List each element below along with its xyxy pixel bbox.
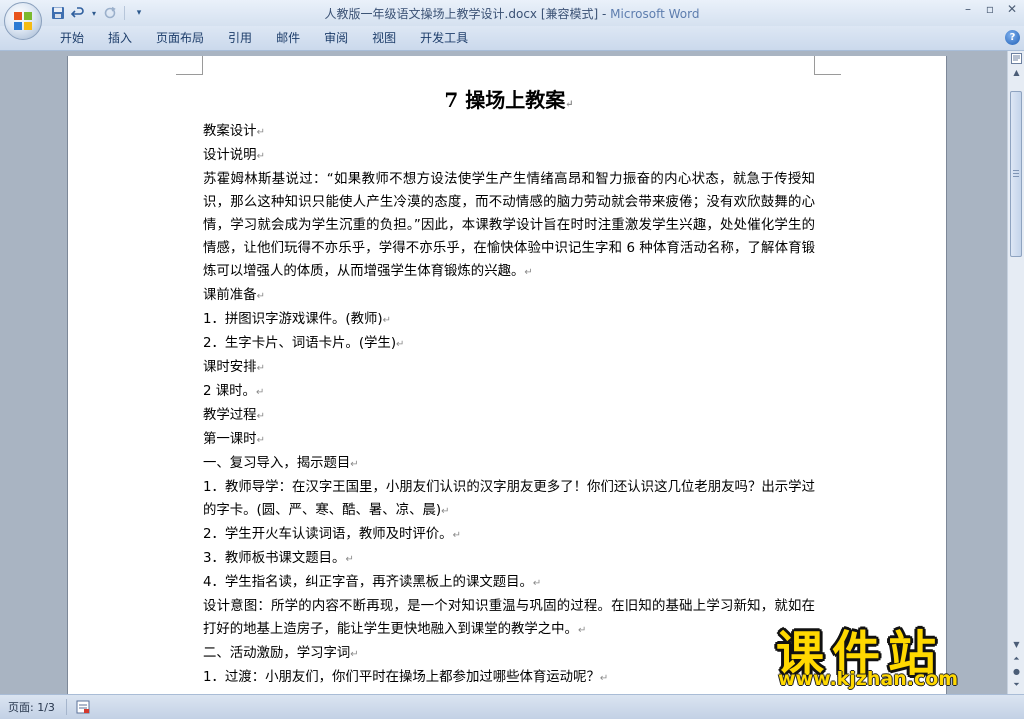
tab-insert[interactable]: 插入 <box>96 26 144 50</box>
paragraph-mark: ↵ <box>256 435 265 446</box>
paragraph-mark: ↵ <box>350 459 359 470</box>
app-name: Microsoft Word <box>610 7 700 21</box>
proofing-icon[interactable] <box>76 699 90 714</box>
watermark: 课件站 www.kjzhan.com <box>770 618 1010 690</box>
paragraph-text: 教案设计 <box>203 124 257 139</box>
scrollbar-thumb[interactable] <box>1010 91 1022 257</box>
paragraph-mark: ↵ <box>350 649 359 660</box>
document-paragraph: 4．学生指名读，纠正字音，再齐读黑板上的课文题目。↵ <box>203 571 815 595</box>
heading-text: 7 操场上教案 <box>444 88 566 112</box>
scroll-up-icon[interactable]: ▲ <box>1009 65 1024 80</box>
tab-mailings[interactable]: 邮件 <box>264 26 312 50</box>
crop-mark-top-right <box>814 56 841 75</box>
document-paragraph: 1．教师导学：在汉字王国里，小朋友们认识的汉字朋友更多了！你们还认识这几位老朋友… <box>203 476 815 523</box>
paragraph-text: 苏霍姆林斯基说过：“如果教师不想方设法使学生产生情绪高昂和智力振奋的内心状态，就… <box>203 172 815 279</box>
paragraph-text: 课时安排 <box>203 360 257 375</box>
status-separator <box>66 699 67 715</box>
document-heading: 7 操场上教案↵ <box>203 88 815 117</box>
document-paragraph: 设计意图：所学的内容不断再现，是一个对知识重温与巩固的过程。在旧知的基础上学习新… <box>203 595 815 642</box>
document-paragraph: 一、复习导入，揭示题目↵ <box>203 452 815 476</box>
watermark-url: www.kjzhan.com <box>778 668 959 690</box>
minimize-icon[interactable]: – <box>960 2 976 16</box>
help-icon[interactable]: ? <box>1005 30 1020 45</box>
ribbon-tabs: 开始 插入 页面布局 引用 邮件 审阅 视图 开发工具 <box>48 26 480 50</box>
crop-mark-top-left <box>176 56 203 75</box>
close-icon[interactable]: ✕ <box>1004 2 1020 16</box>
document-paragraph: 2．生字卡片、词语卡片。(学生)↵ <box>203 332 815 356</box>
paragraph-mark: ↵ <box>256 151 265 162</box>
document-workspace: 7 操场上教案↵ 教案设计↵ 设计说明↵ 苏霍姆林斯基说过：“如果教师不想方设法使学… <box>0 51 1007 716</box>
paragraph-text: 第一课时 <box>203 432 257 447</box>
document-paragraph: 第一课时↵ <box>203 428 815 452</box>
next-page-icon[interactable]: ⏷ <box>1009 677 1024 692</box>
tab-developer[interactable]: 开发工具 <box>408 26 480 50</box>
document-paragraph: 课前准备↵ <box>203 284 815 308</box>
paragraph-mark: ↵ <box>452 530 461 541</box>
paragraph-text: 教学过程 <box>203 408 257 423</box>
restore-icon[interactable]: ▫ <box>982 2 998 16</box>
paragraph-text: 2．生字卡片、词语卡片。(学生) <box>203 336 397 351</box>
paragraph-mark: ↵ <box>255 387 265 398</box>
title-separator: - <box>598 7 611 21</box>
paragraph-text: 1．拼图识字游戏课件。(教师) <box>203 312 383 327</box>
paragraph-mark: ↵ <box>256 411 265 422</box>
paragraph-mark: ↵ <box>532 578 542 589</box>
paragraph-text: 2 课时。 <box>203 384 256 399</box>
vertical-scrollbar[interactable]: ▲ ▼ ⏶ ● ⏷ <box>1007 51 1024 694</box>
tab-page-layout[interactable]: 页面布局 <box>144 26 216 50</box>
document-paragraph: 2 课时。↵ <box>203 380 815 404</box>
document-paragraph: 苏霍姆林斯基说过：“如果教师不想方设法使学生产生情绪高昂和智力振奋的内心状态，就… <box>203 168 815 284</box>
paragraph-text: 设计说明 <box>203 148 257 163</box>
paragraph-text: 3．教师板书课文题目。 <box>203 551 346 566</box>
tab-home[interactable]: 开始 <box>48 26 96 50</box>
paragraph-mark: ↵ <box>524 267 533 278</box>
paragraph-text: 1．教师导学：在汉字王国里，小朋友们认识的汉字朋友更多了！你们还认识这几位老朋友… <box>203 480 815 518</box>
paragraph-text: 1．过渡：小朋友们，你们平时在操场上都参加过哪些体育运动呢？ <box>203 670 600 685</box>
paragraph-mark: ↵ <box>396 339 405 350</box>
document-paragraph: 1．过渡：小朋友们，你们平时在操场上都参加过哪些体育运动呢？↵ <box>203 666 815 690</box>
paragraph-mark: ↵ <box>256 127 265 138</box>
office-logo-icon <box>14 12 32 30</box>
tab-view[interactable]: 视图 <box>360 26 408 50</box>
document-paragraph: 教案设计↵ <box>203 120 815 144</box>
paragraph-text: 课前准备 <box>203 288 257 303</box>
paragraph-text: 一、复习导入，揭示题目 <box>203 456 351 471</box>
paragraph-list: 教案设计↵ 设计说明↵ 苏霍姆林斯基说过：“如果教师不想方设法使学生产生情绪高昂和智… <box>203 120 815 690</box>
tab-references[interactable]: 引用 <box>216 26 264 50</box>
document-body[interactable]: 7 操场上教案↵ 教案设计↵ 设计说明↵ 苏霍姆林斯基说过：“如果教师不想方设法使学… <box>203 88 815 690</box>
scroll-down-icon[interactable]: ▼ <box>1009 637 1024 652</box>
paragraph-mark: ↵ <box>577 625 587 636</box>
ribbon: 开始 插入 页面布局 引用 邮件 审阅 视图 开发工具 ? <box>0 26 1024 51</box>
title-bar: ▾ ▾ 人教版一年级语文操场上教学设计.docx [兼容模式] - Micros… <box>0 0 1024 27</box>
document-paragraph: 课时安排↵ <box>203 356 815 380</box>
paragraph-mark: ↵ <box>441 506 450 517</box>
window-title: 人教版一年级语文操场上教学设计.docx [兼容模式] - Microsoft … <box>0 5 1024 22</box>
paragraph-text: 2．学生开火车认读词语，教师及时评价。 <box>203 527 453 542</box>
paragraph-mark: ↵ <box>382 315 392 326</box>
tab-review[interactable]: 审阅 <box>312 26 360 50</box>
document-paragraph: 1．拼图识字游戏课件。(教师)↵ <box>203 308 815 332</box>
document-paragraph: 3．教师板书课文题目。↵ <box>203 547 815 571</box>
paragraph-text: 4．学生指名读，纠正字音，再齐读黑板上的课文题目。 <box>203 575 533 590</box>
window-controls: – ▫ ✕ <box>960 2 1020 16</box>
office-button[interactable] <box>4 2 42 40</box>
paragraph-mark: ↵ <box>256 291 265 302</box>
paragraph-text: 二、活动激励，学习字词 <box>203 646 351 661</box>
status-bar: 页面: 1/3 <box>0 694 1024 719</box>
document-paragraph: 二、活动激励，学习字词↵ <box>203 642 815 666</box>
document-paragraph: 2．学生开火车认读词语，教师及时评价。↵ <box>203 523 815 547</box>
paragraph-text: 设计意图：所学的内容不断再现，是一个对知识重温与巩固的过程。在旧知的基础上学习新… <box>203 599 815 637</box>
paragraph-mark: ↵ <box>256 363 265 374</box>
paragraph-mark: ↵ <box>565 99 574 110</box>
document-paragraph: 教学过程↵ <box>203 404 815 428</box>
document-paragraph: 设计说明↵ <box>203 144 815 168</box>
paragraph-mark: ↵ <box>599 673 609 684</box>
page-indicator[interactable]: 页面: 1/3 <box>8 699 55 715</box>
paragraph-mark: ↵ <box>345 554 354 565</box>
document-title: 人教版一年级语文操场上教学设计.docx [兼容模式] <box>324 7 599 21</box>
